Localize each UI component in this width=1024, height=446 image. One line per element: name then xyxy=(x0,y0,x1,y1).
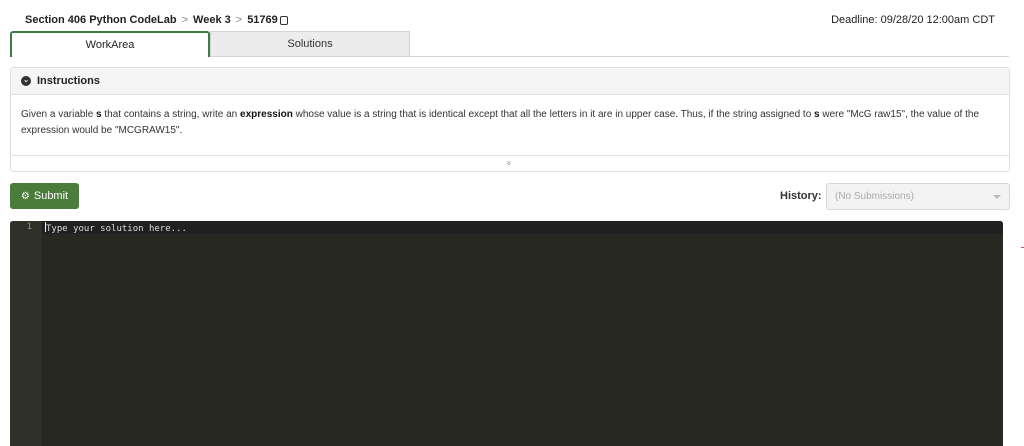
tab-bar: WorkArea Solutions xyxy=(10,31,1009,57)
code-editor[interactable]: 1 Type your solution here... xyxy=(10,221,1003,446)
submit-button[interactable]: ⚙ Submit xyxy=(10,183,79,209)
tab-workarea[interactable]: WorkArea xyxy=(10,31,210,57)
line-number: 1 xyxy=(26,222,32,232)
history-selected-value: (No Submissions) xyxy=(835,191,914,202)
editor-input[interactable]: Type your solution here... xyxy=(45,222,187,234)
history-label: History: xyxy=(780,190,822,202)
submit-label: Submit xyxy=(33,190,69,202)
double-chevron-down-icon: » xyxy=(504,160,515,166)
top-bar: Section 406 Python CodeLab > Week 3 > 51… xyxy=(0,0,1024,32)
breadcrumb-course[interactable]: Section 406 Python CodeLab xyxy=(25,14,177,26)
breadcrumb-week[interactable]: Week 3 xyxy=(193,14,231,26)
copy-icon[interactable] xyxy=(279,15,288,25)
editor-gutter: 1 xyxy=(10,221,42,446)
breadcrumb-separator: > xyxy=(181,14,189,26)
breadcrumb-separator: > xyxy=(235,14,243,26)
instructions-panel: ⌄ Instructions Given a variable s that c… xyxy=(10,67,1010,172)
instructions-text-part: Given a variable xyxy=(21,109,97,120)
instructions-text-part: that contains a string, write an xyxy=(101,109,241,120)
breadcrumb-exercise-id: 51769 xyxy=(247,14,278,26)
tab-solutions[interactable]: Solutions xyxy=(210,31,410,56)
instructions-text-part: whose value is a string that is identica… xyxy=(292,109,815,120)
deadline-text: Deadline: 09/28/20 12:00am CDT xyxy=(831,14,995,26)
instructions-title: Instructions xyxy=(37,75,100,87)
chevron-down-icon: ⌄ xyxy=(21,76,31,86)
breadcrumb: Section 406 Python CodeLab > Week 3 > 51… xyxy=(25,14,288,26)
instructions-header[interactable]: ⌄ Instructions xyxy=(11,68,1009,95)
caret-down-icon xyxy=(993,195,1001,199)
editor-placeholder: Type your solution here... xyxy=(46,224,187,234)
gear-icon: ⚙ xyxy=(20,190,30,202)
instructions-text: Given a variable s that contains a strin… xyxy=(11,95,1009,155)
expand-instructions-button[interactable]: » xyxy=(11,155,1009,171)
history-select[interactable]: (No Submissions) xyxy=(826,183,1010,210)
keyword-expression: expression xyxy=(240,109,293,120)
